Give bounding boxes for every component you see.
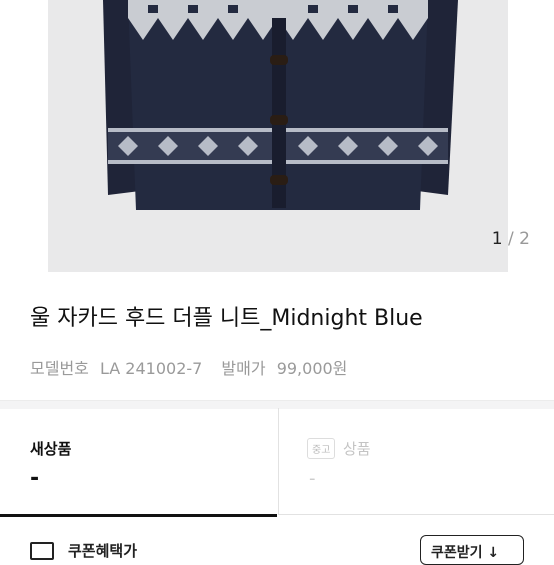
used-product-label: 상품 (343, 440, 371, 458)
image-pagination: 1 / 2 (492, 229, 530, 249)
page-separator: / (508, 229, 514, 249)
product-image-area: 1 / 2 (0, 0, 554, 272)
current-page: 1 (491, 229, 503, 249)
release-price: 99,000원 (276, 359, 348, 378)
new-product-label: 새상품 (30, 440, 72, 458)
new-product-price: - (30, 466, 40, 491)
total-pages: 2 (519, 229, 530, 249)
tab-used-product[interactable]: 중고 상품 - (278, 408, 554, 515)
coupon-row: 쿠폰혜택가 쿠폰받기 ↓ (0, 530, 554, 565)
model-label: 모델번호 (30, 359, 89, 378)
used-badge: 중고 (307, 438, 336, 459)
release-price-label: 발매가 (221, 359, 266, 378)
model-number: LA 241002-7 (99, 359, 203, 378)
product-title: 울 자카드 후드 더플 니트_Midnight Blue (30, 306, 423, 331)
condition-tabs: 새상품 - 중고 상품 - (0, 408, 554, 517)
coupon-icon (30, 542, 54, 560)
coupon-label: 쿠폰혜택가 (68, 542, 138, 560)
tab-new-product[interactable]: 새상품 - (0, 408, 277, 517)
product-photo[interactable] (48, 0, 508, 272)
knit-cardigan-image (48, 0, 508, 272)
get-coupon-button[interactable]: 쿠폰받기 ↓ (420, 535, 524, 565)
product-meta: 모델번호 LA 241002-7 발매가 99,000원 (30, 355, 353, 379)
used-product-price: - (309, 468, 316, 489)
